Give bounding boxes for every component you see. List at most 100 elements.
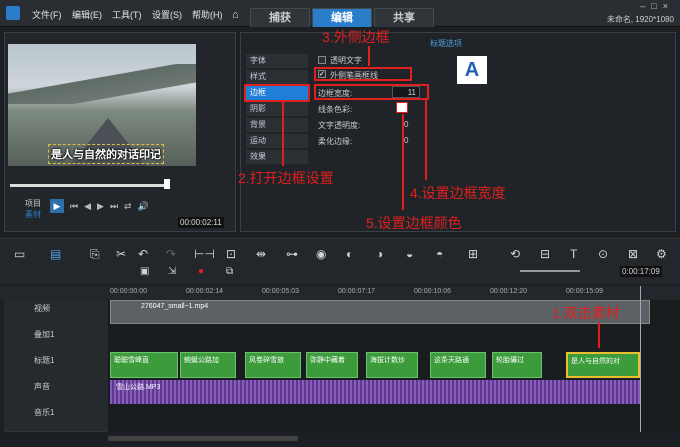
track-header-music[interactable]: 音乐1 (4, 404, 108, 432)
title-letter-preview: A (457, 56, 487, 84)
title-clip-8[interactable]: 是人与自然的对 (566, 352, 640, 378)
settings-icon[interactable]: ⚙ (656, 247, 667, 261)
redo-icon[interactable]: ↷ (166, 247, 176, 261)
tab-capture[interactable]: 捕获 (250, 8, 310, 27)
menu-settings[interactable]: 设置(S) (152, 8, 182, 21)
timeline-toolbar (0, 238, 680, 284)
title-clip-5[interactable]: 海拔计数炒 (366, 352, 418, 378)
track-name-overlay: 叠加1 (34, 330, 55, 339)
bottom-scrollbar[interactable] (108, 436, 298, 441)
copy-icon[interactable]: ⎘ (90, 247, 100, 262)
loop-icon[interactable]: ⟲ (510, 247, 520, 261)
title-clip-3[interactable]: 风卷碎雪旅 (245, 352, 301, 378)
audio-clip-label: 雪山公路.MP3 (116, 384, 161, 391)
ruler-tick-3: 00:00:07:17 (338, 288, 375, 295)
mic-icon[interactable]: ● (198, 266, 204, 277)
track-header-voice[interactable]: 声音 (4, 378, 108, 406)
annotation-box-border-tab (244, 84, 310, 102)
line-color-swatch[interactable] (396, 102, 408, 113)
text-opacity-label: 文字透明度: (318, 121, 361, 130)
playhead[interactable] (640, 286, 641, 432)
grid-icon[interactable]: ⊞ (468, 247, 478, 261)
home-icon[interactable]: ⌂ (232, 9, 239, 21)
opt-tab-style[interactable]: 样式 (246, 70, 308, 84)
timeline-view-icon[interactable]: ▤ (50, 247, 61, 261)
annotation-3: 3.外侧边框 (322, 29, 390, 45)
transport-controls[interactable]: ⏮◀▶⏭⇄🔊 (70, 201, 155, 212)
ruler-tick-0: 00:00:00:00 (110, 288, 147, 295)
menu-edit[interactable]: 编辑(E) (72, 8, 102, 21)
transparent-text-checkbox[interactable] (318, 56, 326, 64)
fit-icon[interactable]: ⊢⊣ (194, 247, 215, 261)
menu-tools[interactable]: 工具(T) (112, 8, 142, 21)
app-logo-icon (6, 6, 20, 20)
transparent-text-label: 透明文字 (330, 56, 362, 65)
capture-icon[interactable]: ⧉ (226, 266, 233, 277)
title-clip-6[interactable]: 这条天路通 (430, 352, 486, 378)
play-button[interactable]: ▶ (50, 199, 64, 213)
video-clip-label: 276047_small~1.mp4 (141, 303, 209, 310)
annotation-arrow-5 (402, 114, 404, 210)
tab-share[interactable]: 共享 (374, 8, 434, 27)
track-header-title[interactable]: 标题1 (4, 352, 108, 380)
mode-clip[interactable]: 素材 (25, 209, 41, 220)
text-opacity-value[interactable]: 0 (404, 120, 408, 129)
annotation-5: 5.设置边框颜色 (366, 215, 462, 231)
audio-mix-icon[interactable]: ◑ (376, 247, 383, 261)
track-header-overlay[interactable]: 叠加1 (4, 326, 108, 354)
options-header: 标题选项 (430, 39, 462, 48)
title-clip-1[interactable]: 聪聪雪峰直 (110, 352, 178, 378)
track-name-title: 标题1 (34, 356, 55, 365)
menu-help[interactable]: 帮助(H) (192, 8, 223, 21)
opt-tab-background[interactable]: 背景 (246, 118, 308, 132)
preview-caption[interactable]: 是人与自然的对话印记 (48, 144, 164, 164)
mode-project[interactable]: 项目 (25, 198, 41, 209)
opt-tab-motion[interactable]: 运动 (246, 134, 308, 148)
title-clip-4[interactable]: 弥静中藏着 (306, 352, 358, 378)
lens-icon[interactable]: ⊙ (598, 247, 608, 261)
opt-tab-font[interactable]: 字体 (246, 54, 308, 68)
scrubber-handle[interactable] (164, 179, 170, 189)
soft-edge-label: 柔化边缘: (318, 137, 353, 146)
opt-tab-shadow[interactable]: 阴影 (246, 102, 308, 116)
split-icon[interactable]: ⊶ (286, 247, 298, 261)
annotation-box-border-width (314, 84, 429, 100)
tab-edit[interactable]: 编辑 (312, 8, 372, 27)
annotation-box-outer-border (314, 67, 412, 81)
motion-icon[interactable]: ◒ (406, 247, 413, 261)
audio-clip[interactable]: 雪山公路.MP3 (110, 380, 640, 404)
track-header-video[interactable]: 视频 (4, 300, 108, 328)
image-icon[interactable]: ⊠ (628, 247, 638, 261)
frame-icon[interactable]: ⊟ (540, 247, 550, 261)
title-clip-2[interactable]: 蜿蜒公路加 (180, 352, 236, 378)
annotation-4: 4.设置边框宽度 (410, 185, 506, 201)
export-icon[interactable]: ⇲ (168, 266, 176, 277)
color-icon[interactable]: ◓ (436, 247, 443, 261)
undo-icon[interactable]: ↶ (138, 247, 148, 261)
opt-tab-effect[interactable]: 效果 (246, 150, 308, 164)
line-color-label: 线条色彩: (318, 105, 353, 114)
track-icon[interactable]: ⇹ (256, 247, 266, 261)
scrubber[interactable] (10, 184, 170, 187)
text-3d-icon[interactable]: T (570, 247, 577, 261)
title-clip-7[interactable]: 轮胎碾过 (492, 352, 542, 378)
subtitle-icon[interactable]: ▣ (140, 266, 149, 277)
zoom-slider[interactable] (520, 270, 580, 272)
mountains (8, 64, 196, 104)
storyboard-view-icon[interactable]: ▭ (14, 247, 25, 261)
window-controls[interactable]: –□× (640, 1, 674, 11)
mask-icon[interactable]: ◐ (346, 247, 353, 261)
zoom-timecode: 0:00:17:09 (620, 266, 662, 277)
record-icon[interactable]: ◉ (316, 247, 326, 261)
annotation-arrow-4 (425, 100, 427, 180)
annotation-arrow-3 (368, 46, 370, 66)
soft-edge-value[interactable]: 0 (404, 136, 408, 145)
tools-icon[interactable]: ✂ (116, 247, 126, 261)
timecode[interactable]: 00:00:02:11 (178, 217, 224, 228)
screen-icon[interactable]: ⊡ (226, 247, 236, 261)
annotation-arrow-1 (598, 322, 600, 348)
menu-file[interactable]: 文件(F) (32, 8, 62, 21)
ruler-tick-4: 00:00:10:06 (414, 288, 451, 295)
project-info: 未命名, 1920*1080 (606, 15, 674, 24)
ruler-tick-5: 00:00:12:20 (490, 288, 527, 295)
